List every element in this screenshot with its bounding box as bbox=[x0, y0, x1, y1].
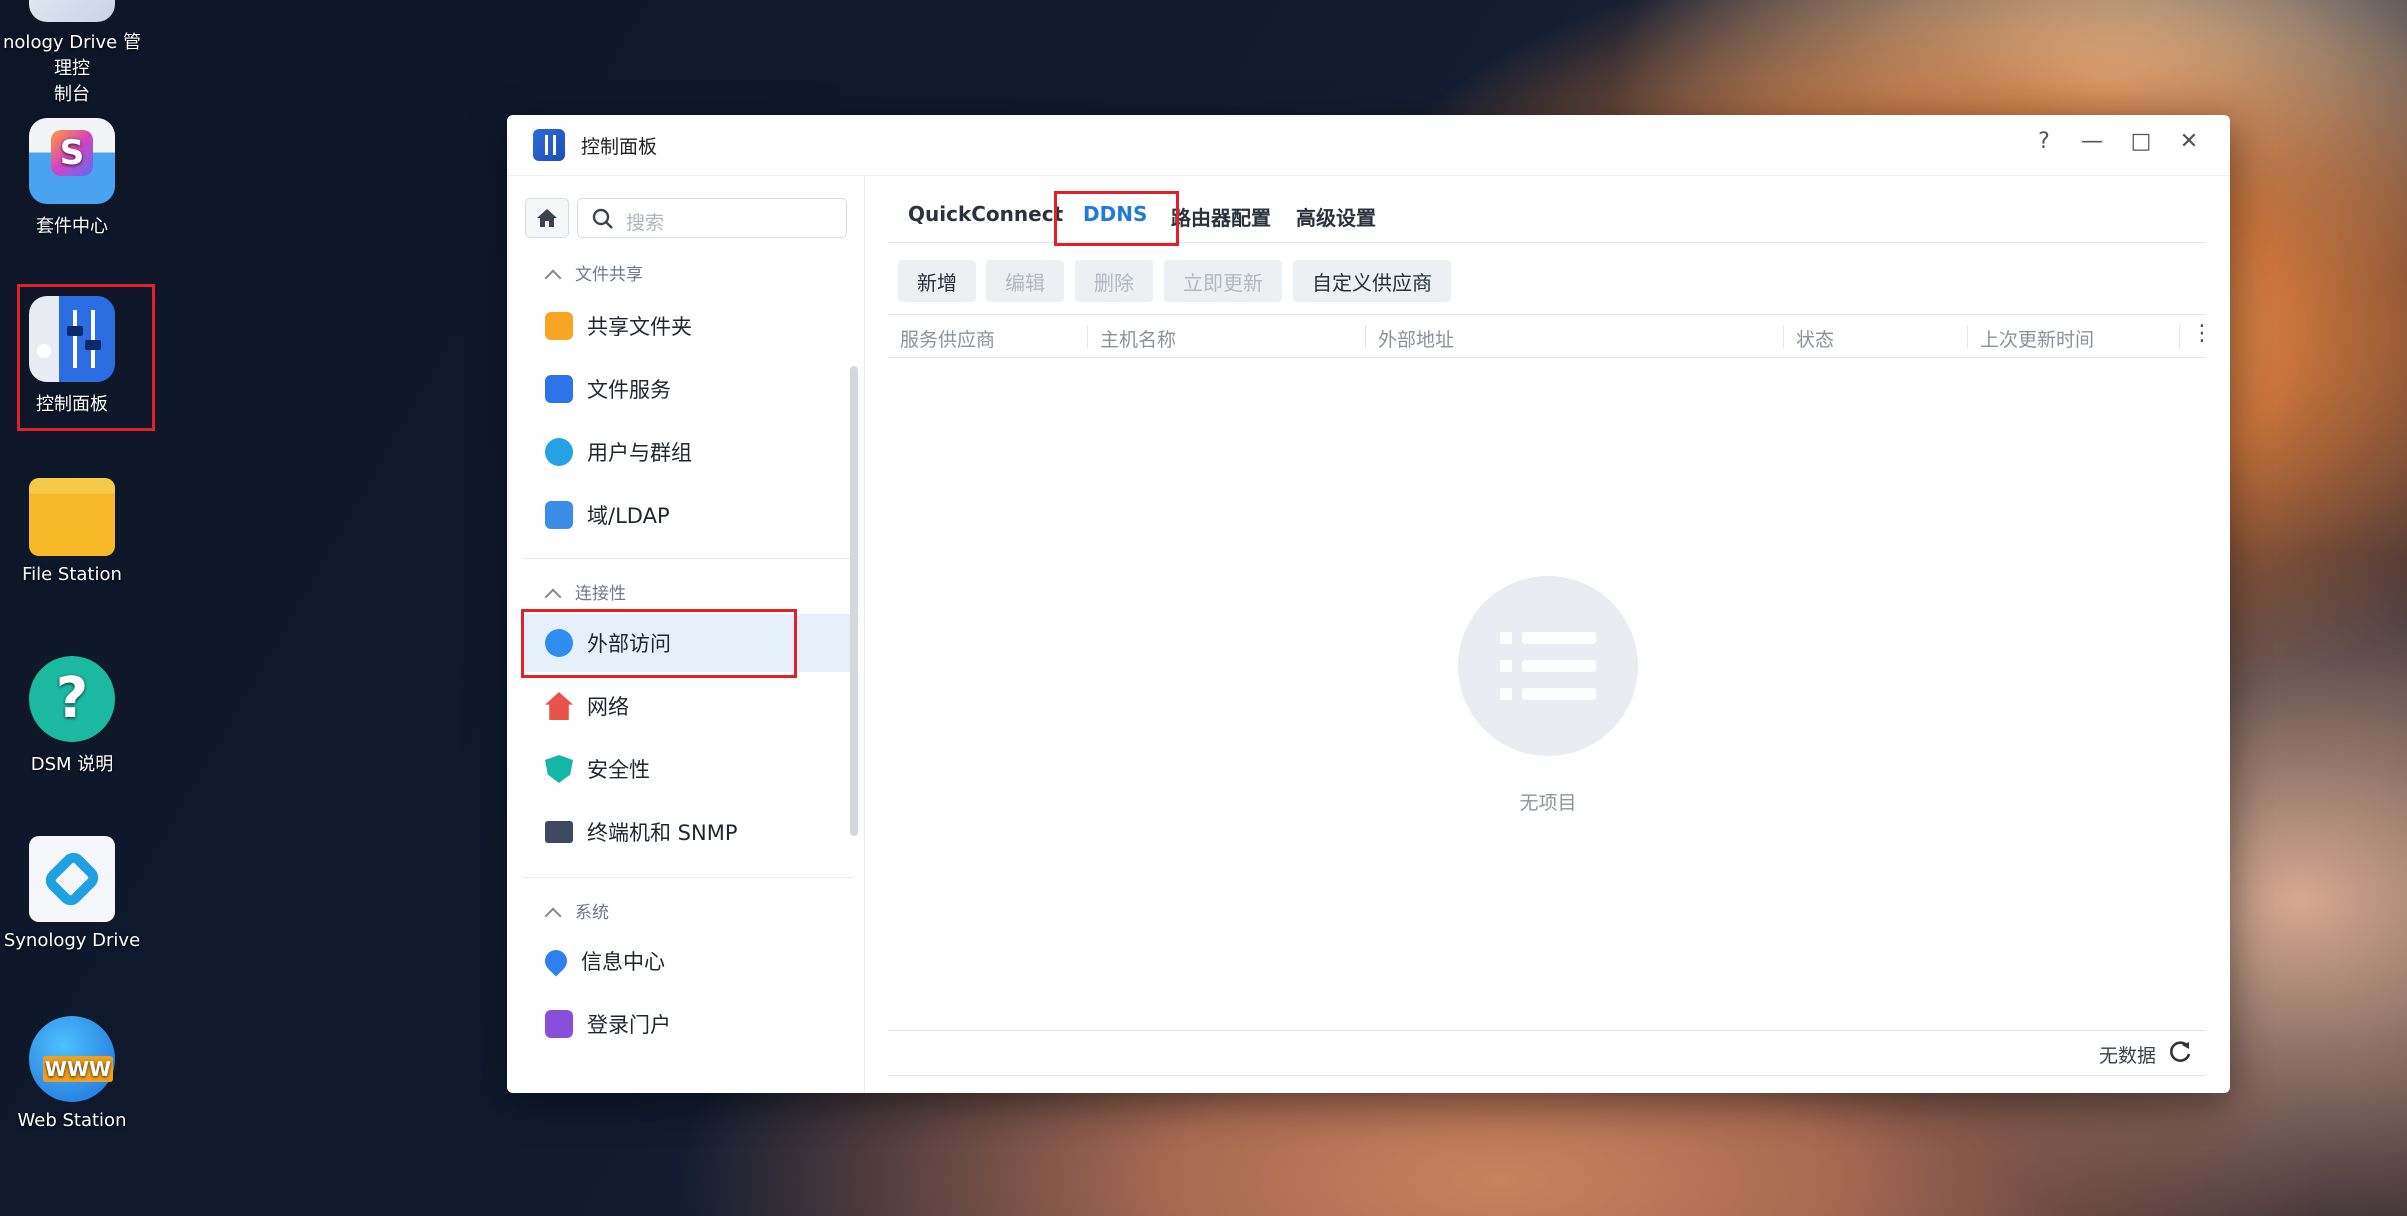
sidebar-item-label: 终端机和 SNMP bbox=[587, 821, 738, 845]
desktop-item-drive-admin[interactable]: nology Drive 管理控 制台 bbox=[0, 0, 144, 108]
package-center-icon: S bbox=[29, 118, 115, 204]
shared-folder-icon bbox=[545, 312, 573, 340]
empty-state-text: 无项目 bbox=[1519, 792, 1577, 814]
desktop-item-label: DSM 说明 bbox=[30, 754, 114, 775]
sidebar-item-info-center[interactable]: 信息中心 bbox=[523, 932, 853, 990]
sidebar-item-security[interactable]: 安全性 bbox=[523, 740, 853, 798]
sidebar-item-login-portal[interactable]: 登录门户 bbox=[523, 995, 853, 1053]
highlight-box-external-access bbox=[521, 609, 797, 678]
column-header-hostname[interactable]: 主机名称 bbox=[1088, 325, 1366, 351]
control-panel-window: 控制面板 ? — □ ✕ 搜索 文件共享 共享文件夹 文件服务 用户与群组 域/… bbox=[507, 115, 2230, 1093]
domain-ldap-icon bbox=[545, 501, 573, 529]
close-button[interactable]: ✕ bbox=[2173, 129, 2205, 154]
divider bbox=[523, 558, 853, 559]
section-title: 连接性 bbox=[575, 584, 626, 604]
section-file-sharing[interactable]: 文件共享 bbox=[544, 260, 643, 287]
sidebar-item-network[interactable]: 网络 bbox=[523, 677, 853, 735]
control-panel-title-icon bbox=[533, 129, 565, 161]
section-system[interactable]: 系统 bbox=[544, 898, 609, 925]
search-input[interactable]: 搜索 bbox=[577, 198, 847, 238]
sidebar-item-shared-folder[interactable]: 共享文件夹 bbox=[523, 297, 853, 355]
divider bbox=[523, 877, 853, 878]
column-header-provider[interactable]: 服务供应商 bbox=[888, 325, 1088, 351]
empty-list-icon bbox=[1458, 576, 1638, 756]
section-title: 文件共享 bbox=[575, 265, 643, 285]
add-button[interactable]: 新增 bbox=[898, 260, 976, 302]
info-center-icon bbox=[540, 945, 572, 977]
highlight-box-control-panel bbox=[17, 284, 155, 431]
refresh-icon[interactable] bbox=[2168, 1039, 2194, 1065]
desktop-item-package-center[interactable]: S 套件中心 bbox=[0, 118, 144, 238]
chevron-up-icon bbox=[544, 907, 562, 925]
delete-button[interactable]: 删除 bbox=[1075, 260, 1153, 302]
desktop-item-label: File Station bbox=[22, 564, 122, 585]
sidebar-scrollbar[interactable] bbox=[850, 366, 858, 836]
sidebar-item-label: 安全性 bbox=[587, 758, 650, 782]
section-title: 系统 bbox=[575, 903, 609, 923]
column-header-external-address[interactable]: 外部地址 bbox=[1366, 325, 1784, 351]
chevron-up-icon bbox=[544, 588, 562, 606]
update-now-button[interactable]: 立即更新 bbox=[1164, 260, 1282, 302]
sidebar-item-label: 用户与群组 bbox=[587, 441, 692, 465]
table-header: 服务供应商 主机名称 外部地址 状态 上次更新时间 ⋮ bbox=[888, 314, 2213, 358]
footer-status: 无数据 bbox=[2098, 1045, 2156, 1067]
sidebar-item-label: 登录门户 bbox=[587, 1013, 671, 1037]
drive-admin-icon bbox=[29, 0, 115, 22]
folder-icon bbox=[29, 478, 115, 556]
tab-router-config[interactable]: 路由器配置 bbox=[1171, 202, 1271, 231]
help-icon: ? bbox=[29, 656, 115, 742]
home-button[interactable] bbox=[525, 198, 569, 238]
table-footer: 无数据 bbox=[888, 1030, 2206, 1076]
search-icon bbox=[592, 208, 613, 229]
desktop-item-label: Web Station bbox=[17, 1110, 127, 1131]
minimize-button[interactable]: — bbox=[2076, 129, 2108, 154]
column-header-status[interactable]: 状态 bbox=[1784, 325, 1968, 351]
sidebar-item-label: 信息中心 bbox=[581, 950, 665, 974]
desktop-item-synology-drive[interactable]: Synology Drive bbox=[0, 836, 144, 951]
edit-button[interactable]: 编辑 bbox=[986, 260, 1064, 302]
sidebar-item-label: 文件服务 bbox=[587, 378, 671, 402]
search-placeholder: 搜索 bbox=[626, 212, 665, 234]
shield-icon bbox=[545, 755, 573, 783]
window-titlebar[interactable]: 控制面板 bbox=[507, 115, 2230, 176]
main-panel: QuickConnect DDNS 路由器配置 高级设置 新增 编辑 删除 立即… bbox=[888, 176, 2213, 1093]
chevron-up-icon bbox=[544, 269, 562, 287]
terminal-icon bbox=[545, 821, 573, 843]
desktop-item-label: nology Drive 管理控 制台 bbox=[3, 32, 141, 105]
column-options-icon[interactable]: ⋮ bbox=[2191, 321, 2213, 346]
home-icon bbox=[537, 209, 557, 227]
web-station-icon: WWW bbox=[29, 1016, 115, 1102]
sidebar-item-users-groups[interactable]: 用户与群组 bbox=[523, 423, 853, 481]
network-icon bbox=[545, 692, 573, 720]
desktop-item-web-station[interactable]: WWW Web Station bbox=[0, 1016, 144, 1131]
desktop-item-label: 套件中心 bbox=[36, 216, 108, 237]
file-services-icon bbox=[545, 375, 573, 403]
window-title: 控制面板 bbox=[581, 135, 658, 158]
sidebar-item-label: 域/LDAP bbox=[587, 504, 670, 528]
maximize-button[interactable]: □ bbox=[2125, 129, 2157, 154]
tab-advanced-settings[interactable]: 高级设置 bbox=[1296, 202, 1376, 231]
desktop-item-dsm-help[interactable]: ? DSM 说明 bbox=[0, 656, 144, 776]
tab-quickconnect[interactable]: QuickConnect bbox=[908, 202, 1063, 226]
sidebar-item-domain-ldap[interactable]: 域/LDAP bbox=[523, 486, 853, 544]
users-icon bbox=[545, 438, 573, 466]
highlight-box-ddns-tab bbox=[1054, 191, 1179, 246]
sidebar-item-terminal-snmp[interactable]: 终端机和 SNMP bbox=[523, 803, 853, 861]
sidebar-item-label: 网络 bbox=[587, 695, 629, 719]
column-header-last-updated[interactable]: 上次更新时间 bbox=[1968, 325, 2180, 351]
desktop-item-label: Synology Drive bbox=[3, 930, 141, 951]
sidebar-item-label: 共享文件夹 bbox=[587, 315, 692, 339]
synology-drive-icon bbox=[29, 836, 115, 922]
desktop-item-file-station[interactable]: File Station bbox=[0, 478, 144, 585]
help-button[interactable]: ? bbox=[2028, 129, 2060, 154]
sidebar-item-file-services[interactable]: 文件服务 bbox=[523, 360, 853, 418]
custom-provider-button[interactable]: 自定义供应商 bbox=[1293, 260, 1451, 302]
login-portal-icon bbox=[545, 1010, 573, 1038]
section-connectivity[interactable]: 连接性 bbox=[544, 579, 626, 606]
